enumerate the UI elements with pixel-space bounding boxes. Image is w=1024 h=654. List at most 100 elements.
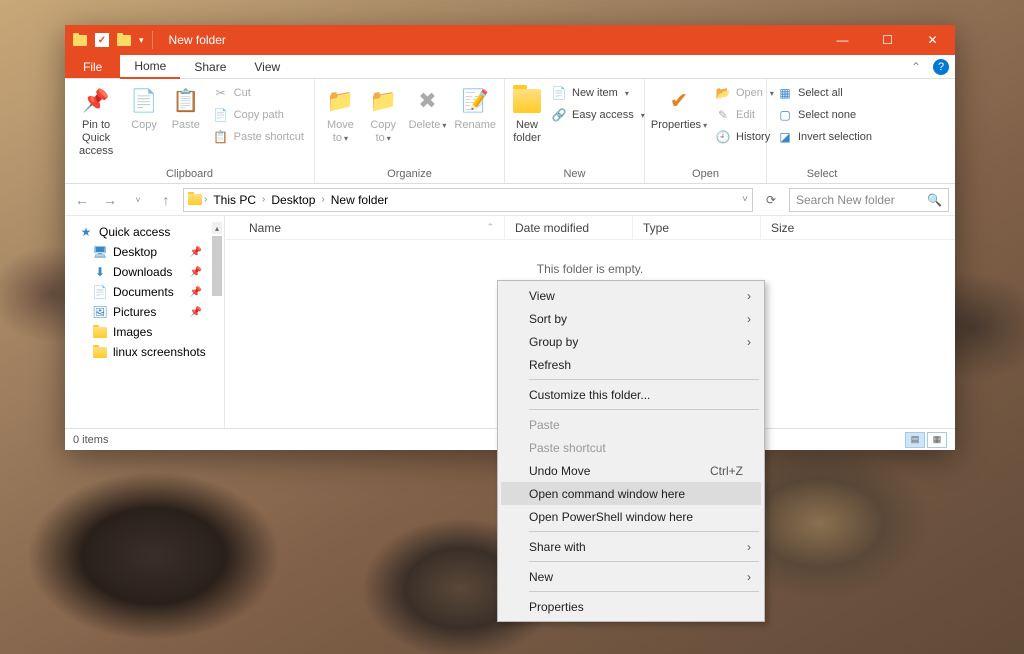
refresh-button[interactable]: ⟳ bbox=[759, 188, 783, 212]
chevron-right-icon: › bbox=[747, 289, 751, 303]
folder-icon bbox=[188, 194, 202, 205]
context-menu: View› Sort by› Group by› Refresh Customi… bbox=[497, 280, 765, 622]
sidebar-images[interactable]: Images bbox=[65, 322, 224, 342]
chevron-right-icon[interactable]: › bbox=[321, 194, 324, 205]
properties-button[interactable]: ✔ Properties▾ bbox=[651, 83, 707, 136]
invert-icon: ◪ bbox=[777, 129, 793, 145]
chevron-down-icon[interactable]: ˅ bbox=[742, 194, 748, 205]
ctx-open-command-window[interactable]: Open command window here bbox=[501, 482, 761, 505]
col-size[interactable]: Size bbox=[761, 216, 841, 239]
column-headers: Name⌃ Date modified Type Size bbox=[225, 216, 955, 240]
folder-icon bbox=[513, 87, 541, 115]
collapse-ribbon-icon[interactable]: ⌃ bbox=[905, 55, 927, 78]
pin-to-quick-access-button[interactable]: 📌 Pin to Quick access bbox=[71, 83, 121, 163]
col-type[interactable]: Type bbox=[633, 216, 761, 239]
cut-icon: ✂ bbox=[213, 85, 229, 101]
scroll-thumb[interactable] bbox=[212, 236, 222, 296]
sidebar-downloads[interactable]: ⬇Downloads📌 bbox=[65, 262, 224, 282]
tiles-view-button[interactable]: ▦ bbox=[927, 432, 947, 448]
sidebar-linux[interactable]: linux screenshots bbox=[65, 342, 224, 362]
scroll-up-icon[interactable]: ▴ bbox=[212, 222, 222, 234]
chevron-right-icon: › bbox=[747, 570, 751, 584]
back-button[interactable]: ← bbox=[71, 189, 93, 211]
properties-icon: ✔ bbox=[665, 87, 693, 115]
forward-button[interactable]: → bbox=[99, 189, 121, 211]
separator bbox=[529, 379, 759, 380]
chevron-right-icon: › bbox=[747, 540, 751, 554]
item-count: 0 items bbox=[73, 434, 108, 446]
ctx-open-powershell-window[interactable]: Open PowerShell window here bbox=[501, 505, 761, 528]
invert-selection-button[interactable]: ◪Invert selection bbox=[773, 127, 876, 147]
selectall-icon: ▦ bbox=[777, 85, 793, 101]
pin-icon: 📌 bbox=[190, 307, 214, 318]
ctx-view[interactable]: View› bbox=[501, 284, 761, 307]
open-icon: 📂 bbox=[715, 85, 731, 101]
search-input[interactable]: Search New folder 🔍 bbox=[789, 188, 949, 212]
select-none-button[interactable]: ▢Select none bbox=[773, 105, 876, 125]
move-to-button[interactable]: 📁 Move to▾ bbox=[321, 83, 360, 149]
sidebar-quick-access[interactable]: ★ Quick access bbox=[65, 222, 224, 242]
title-bar[interactable]: ✓ ▾ New folder — ☐ ✕ bbox=[65, 25, 955, 55]
copy-path-button[interactable]: 📄Copy path bbox=[209, 105, 308, 125]
select-all-button[interactable]: ▦Select all bbox=[773, 83, 876, 103]
copy-button[interactable]: 📄 Copy bbox=[125, 83, 163, 136]
bc-folder[interactable]: New folder bbox=[327, 193, 392, 207]
ctx-new[interactable]: New› bbox=[501, 565, 761, 588]
rename-button[interactable]: 📝 Rename bbox=[452, 83, 498, 136]
sidebar-documents[interactable]: 📄Documents📌 bbox=[65, 282, 224, 302]
copypath-icon: 📄 bbox=[213, 107, 229, 123]
copy-to-button[interactable]: 📁 Copy to▾ bbox=[364, 83, 403, 149]
ctx-customize[interactable]: Customize this folder... bbox=[501, 383, 761, 406]
ctx-sort-by[interactable]: Sort by› bbox=[501, 307, 761, 330]
bc-desktop[interactable]: Desktop bbox=[267, 193, 319, 207]
up-button[interactable]: ↑ bbox=[155, 189, 177, 211]
tab-share[interactable]: Share bbox=[180, 55, 240, 78]
chevron-right-icon[interactable]: › bbox=[204, 194, 207, 205]
col-name[interactable]: Name⌃ bbox=[225, 216, 505, 239]
delete-button[interactable]: ✖ Delete▾ bbox=[407, 83, 449, 136]
menu-file[interactable]: File bbox=[65, 55, 120, 78]
desktop-icon: 🖥 bbox=[93, 245, 107, 259]
easy-access-button[interactable]: 🔗Easy access▾ bbox=[547, 105, 649, 125]
recent-dropdown[interactable]: ˅ bbox=[127, 189, 149, 211]
navigation-pane: ★ Quick access 🖥Desktop📌 ⬇Downloads📌 📄Do… bbox=[65, 216, 225, 428]
rename-icon: 📝 bbox=[461, 87, 489, 115]
pin-icon: 📌 bbox=[82, 87, 110, 115]
minimize-button[interactable]: — bbox=[820, 25, 865, 55]
breadcrumb[interactable]: › This PC › Desktop › New folder ˅ bbox=[183, 188, 753, 212]
details-view-button[interactable]: ▤ bbox=[905, 432, 925, 448]
delete-icon: ✖ bbox=[414, 87, 442, 115]
close-button[interactable]: ✕ bbox=[910, 25, 955, 55]
cut-button[interactable]: ✂Cut bbox=[209, 83, 308, 103]
properties-qat-icon[interactable]: ✓ bbox=[95, 33, 109, 47]
maximize-button[interactable]: ☐ bbox=[865, 25, 910, 55]
bc-this-pc[interactable]: This PC bbox=[209, 193, 260, 207]
sidebar-desktop[interactable]: 🖥Desktop📌 bbox=[65, 242, 224, 262]
moveto-icon: 📁 bbox=[326, 87, 354, 115]
paste-button[interactable]: 📋 Paste bbox=[167, 83, 205, 136]
tab-home[interactable]: Home bbox=[120, 55, 180, 79]
sidebar-scrollbar[interactable]: ▴ bbox=[212, 222, 222, 422]
copyto-icon: 📁 bbox=[369, 87, 397, 115]
edit-icon: ✎ bbox=[715, 107, 731, 123]
ctx-undo-move[interactable]: Undo MoveCtrl+Z bbox=[501, 459, 761, 482]
ctx-properties[interactable]: Properties bbox=[501, 595, 761, 618]
ctx-share-with[interactable]: Share with› bbox=[501, 535, 761, 558]
sidebar-pictures[interactable]: 🖼Pictures📌 bbox=[65, 302, 224, 322]
separator bbox=[529, 409, 759, 410]
help-icon[interactable]: ? bbox=[933, 59, 949, 75]
ctx-refresh[interactable]: Refresh bbox=[501, 353, 761, 376]
new-folder-button[interactable]: New folder bbox=[511, 83, 543, 149]
separator bbox=[529, 531, 759, 532]
star-icon: ★ bbox=[79, 225, 93, 239]
ctx-paste: Paste bbox=[501, 413, 761, 436]
new-item-button[interactable]: 📄New item▾ bbox=[547, 83, 649, 103]
col-date[interactable]: Date modified bbox=[505, 216, 633, 239]
newfolder-qat-icon[interactable] bbox=[117, 35, 131, 46]
chevron-right-icon[interactable]: › bbox=[262, 194, 265, 205]
paste-shortcut-button[interactable]: 📋Paste shortcut bbox=[209, 127, 308, 147]
copy-icon: 📄 bbox=[130, 87, 158, 115]
ctx-group-by[interactable]: Group by› bbox=[501, 330, 761, 353]
search-placeholder: Search New folder bbox=[796, 193, 921, 207]
tab-view[interactable]: View bbox=[240, 55, 294, 78]
